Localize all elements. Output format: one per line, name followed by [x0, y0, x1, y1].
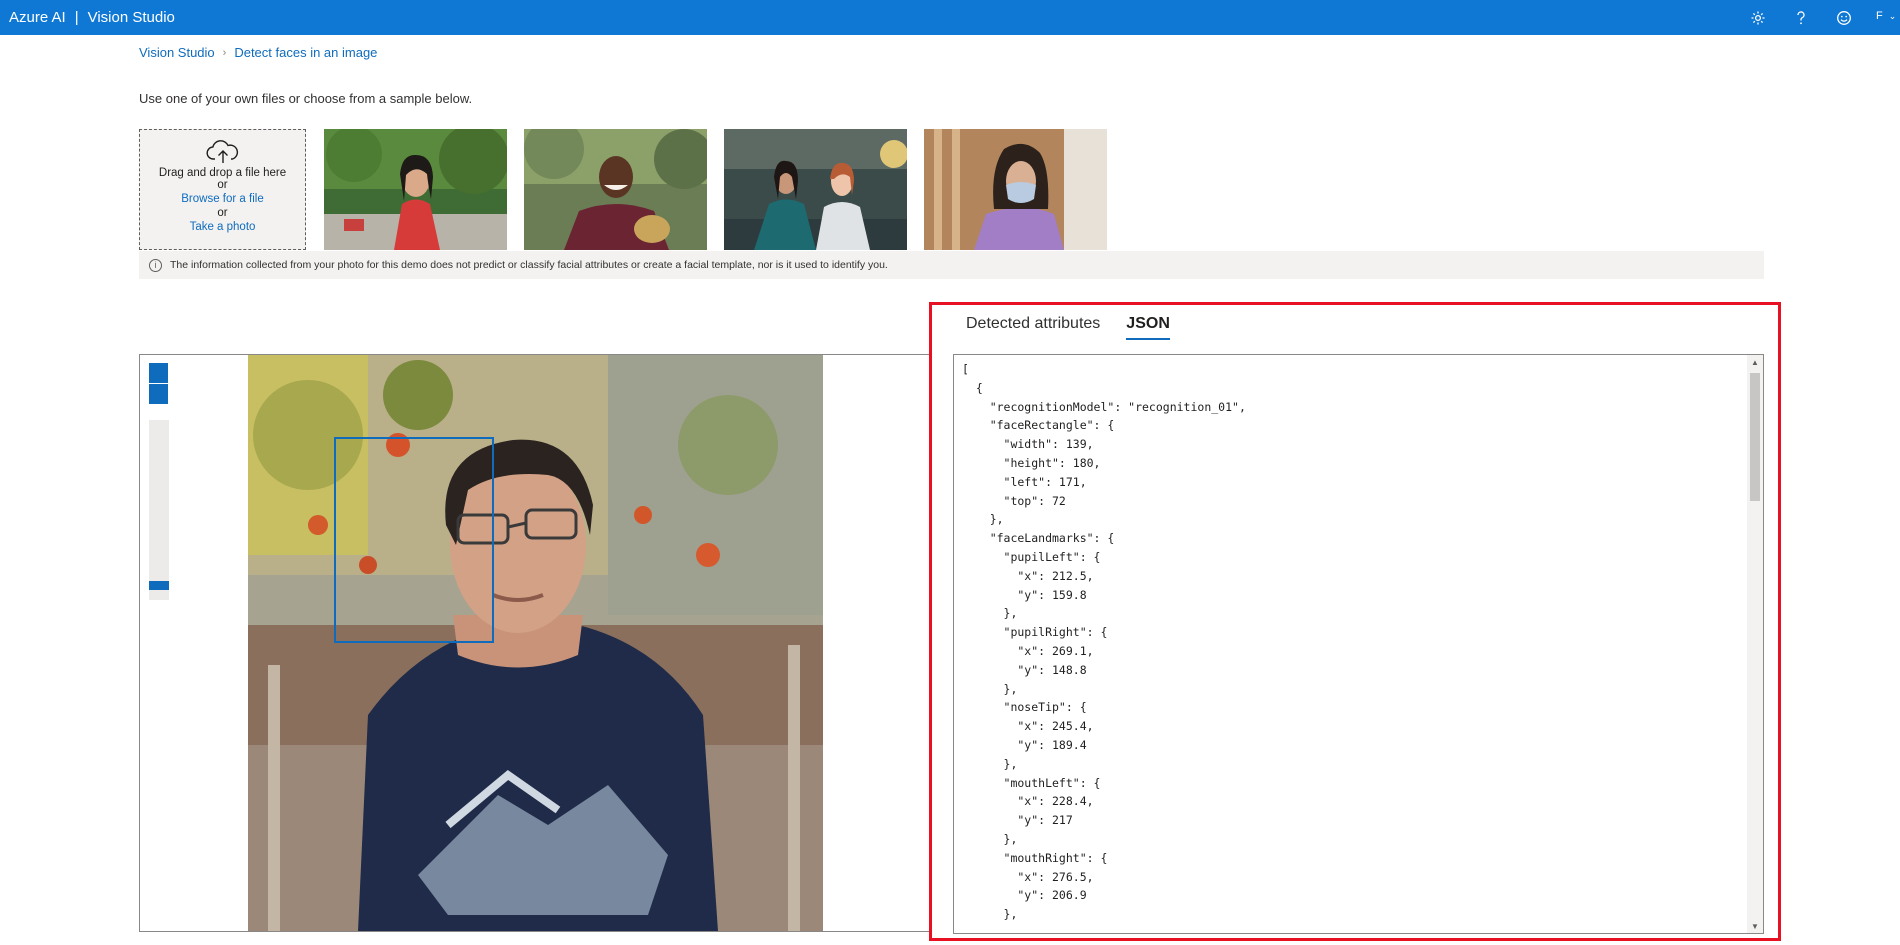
json-line: "faceLandmarks": { [962, 531, 1115, 546]
top-bar: Azure AI | Vision Studio F ⌄ [0, 0, 1900, 35]
sample-man-smiling[interactable] [524, 129, 707, 250]
json-line: "noseTip": { [962, 700, 1087, 715]
json-line: "left": 171, [962, 474, 1087, 489]
gear-icon[interactable] [1747, 7, 1769, 29]
drag-drop-text: Drag and drop a file here [158, 167, 287, 179]
brand-vision-studio: Vision Studio [87, 9, 175, 26]
chevron-right-icon: › [222, 46, 227, 59]
app-title[interactable]: Azure AI | Vision Studio [9, 0, 175, 35]
privacy-info-bar: i The information collected from your ph… [139, 251, 1764, 279]
feedback-smiley-icon[interactable] [1833, 7, 1855, 29]
json-text: [ { "recognitionModel": "recognition_01"… [962, 360, 1246, 924]
breadcrumb-detect-faces[interactable]: Detect faces in an image [234, 45, 377, 60]
json-line: "mouthLeft": { [962, 775, 1101, 790]
sample-two-women-office[interactable] [724, 129, 907, 250]
json-line: "x": 212.5, [962, 568, 1094, 583]
json-line: "x": 245.4, [962, 719, 1094, 734]
scroll-down-icon[interactable]: ▼ [1747, 919, 1763, 933]
json-line: "y": 189.4 [962, 737, 1087, 752]
json-line: "x": 228.4, [962, 794, 1094, 809]
json-line: [ [962, 362, 969, 376]
sample-woman-red-dress[interactable] [324, 129, 507, 250]
json-line: "recognitionModel": "recognition_01", [962, 399, 1246, 414]
take-photo-link[interactable]: Take a photo [190, 220, 256, 235]
json-line: "pupilLeft": { [962, 549, 1101, 564]
json-line: "top": 72 [962, 493, 1066, 508]
json-line: "x": 276.5, [962, 869, 1094, 884]
json-line: "mouthRight": { [962, 850, 1108, 865]
intro-text: Use one of your own files or choose from… [139, 91, 473, 106]
breadcrumb: Vision Studio › Detect faces in an image [139, 45, 377, 60]
tab-json[interactable]: JSON [1126, 315, 1170, 340]
result-panel: Detected attributes JSON [ { "recognitio… [929, 302, 1781, 941]
zoom-in-button[interactable] [149, 363, 168, 383]
image-viewer [139, 354, 930, 932]
breadcrumb-vision-studio[interactable]: Vision Studio [139, 45, 215, 60]
tab-detected-attributes[interactable]: Detected attributes [966, 315, 1100, 340]
file-drop-zone[interactable]: Drag and drop a file here or Browse for … [139, 129, 306, 250]
user-initial: F [1876, 10, 1883, 22]
json-line: }, [962, 831, 1018, 846]
help-icon[interactable] [1790, 7, 1812, 29]
brand-separator: | [74, 9, 79, 26]
json-line: }, [962, 907, 1018, 922]
json-line: "y": 159.8 [962, 587, 1087, 602]
or-text: or [217, 179, 228, 191]
json-line: "y": 206.9 [962, 888, 1087, 903]
zoom-slider-handle[interactable] [149, 581, 169, 590]
brand-azure-ai: Azure AI [9, 9, 66, 26]
json-line: }, [962, 756, 1018, 771]
chevron-down-icon: ⌄ [1888, 11, 1897, 21]
json-line: }, [962, 681, 1018, 696]
scroll-up-icon[interactable]: ▲ [1747, 355, 1763, 369]
json-line: "x": 269.1, [962, 643, 1094, 658]
zoom-slider-track[interactable] [149, 420, 169, 600]
or-text: or [217, 207, 228, 219]
browse-file-link[interactable]: Browse for a file [181, 192, 263, 207]
user-avatar[interactable]: F ⌄ [1876, 10, 1896, 22]
json-scrollbar[interactable]: ▲ ▼ [1747, 355, 1763, 933]
json-line: "width": 139, [962, 437, 1094, 452]
zoom-controls [149, 363, 169, 405]
zoom-out-button[interactable] [149, 384, 168, 404]
privacy-info-text: The information collected from your phot… [170, 259, 888, 271]
json-line: }, [962, 512, 1004, 527]
json-line: "height": 180, [962, 455, 1101, 470]
info-icon: i [149, 258, 162, 272]
face-bounding-box[interactable] [334, 437, 494, 643]
sample-woman-mask[interactable] [924, 129, 1107, 250]
json-line: "faceRectangle": { [962, 418, 1115, 433]
json-output[interactable]: [ { "recognitionModel": "recognition_01"… [953, 354, 1764, 934]
json-line: "y": 148.8 [962, 662, 1087, 677]
json-line: "y": 217 [962, 813, 1073, 828]
cloud-upload-icon [206, 139, 240, 165]
scrollbar-thumb[interactable] [1750, 373, 1760, 501]
json-line: { [962, 380, 983, 395]
json-line: "pupilRight": { [962, 625, 1108, 640]
json-line: }, [962, 606, 1018, 621]
result-tabs: Detected attributes JSON [966, 315, 1170, 340]
